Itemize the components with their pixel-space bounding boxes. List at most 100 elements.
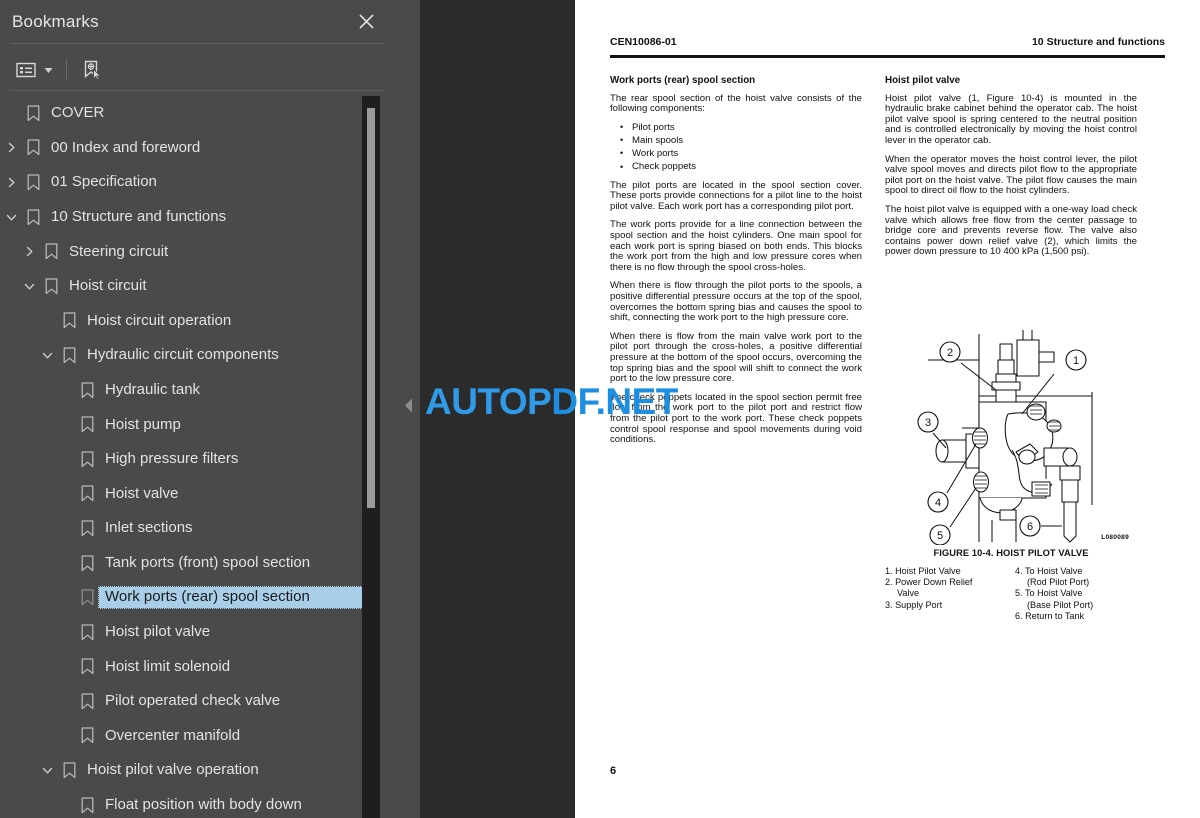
bookmark-label: Hoist pilot valve [105,623,211,641]
bookmark-item-selected[interactable]: Work ports (rear) spool section [0,580,395,615]
bookmark-item[interactable]: 01 Specification [0,165,395,200]
bookmark-item[interactable]: Steering circuit [0,234,395,269]
bookmark-label: Work ports (rear) spool section [98,586,370,609]
chevron-right-icon[interactable] [0,165,22,199]
figure-callout: 2 [946,347,952,359]
bookmark-icon [76,797,98,814]
figure-block: 1 2 3 4 5 6 L080089 FIGURE 10-4. HOIST PILOT … [885,330,1137,622]
bookmark-label: 01 Specification [51,173,157,191]
legend-entry: (Rod Pilot Port) [1027,577,1090,588]
bookmark-item[interactable]: High pressure filters [0,442,395,477]
right-column: Hoist pilot valve Hoist pilot valve (1, … [885,75,1137,266]
bookmark-icon [76,624,98,641]
body-paragraph: The work ports provide for a line connec… [610,219,862,273]
collapse-left-arrow-icon[interactable] [401,395,415,415]
body-paragraph: The pilot ports are located in the spool… [610,179,862,212]
bookmark-icon [58,347,80,364]
chevron-right-icon[interactable] [0,131,22,165]
legend-entry: 5. To Hoist Valve [1015,588,1083,599]
body-paragraph: Hoist pilot valve (1, Figure 10-4) is mo… [885,92,1137,146]
component-bullet: Pilot ports [610,122,862,134]
bookmark-label: Pilot operated check valve [105,692,281,710]
bookmark-icon [22,105,44,122]
toolbar-divider-rule [10,90,385,91]
bookmark-item[interactable]: Tank ports (front) spool section [0,546,395,581]
bookmark-icon [76,658,98,675]
legend-column-right: 4. To Hoist Valve (Rod Pilot Port) 5. To H… [1015,566,1127,622]
bookmark-label: Hydraulic circuit components [87,346,279,364]
bookmark-icon [76,554,98,572]
figure-legend: 1. Hoist Pilot Valve 2. Power Down Relief… [885,566,1137,622]
bookmark-item[interactable]: Hoist circuit [0,269,395,304]
bookmark-icon [22,139,44,156]
bookmark-label: Hydraulic tank [105,380,201,398]
bookmark-item[interactable]: Hoist limit solenoid [0,650,395,685]
bookmark-item[interactable]: Hoist valve [0,477,395,512]
toolbar-divider [66,59,67,81]
left-body-paragraphs: The pilot ports are located in the spool… [610,179,862,446]
close-icon[interactable] [353,8,379,34]
bookmark-label: High pressure filters [105,450,239,468]
bookmark-label: Hoist pump [105,415,181,433]
chevron-down-icon[interactable] [36,338,58,372]
bookmark-label: Inlet sections [105,519,193,537]
bookmark-item[interactable]: Hoist pump [0,407,395,442]
bookmark-item[interactable]: Hydraulic tank [0,373,395,408]
bookmark-item[interactable]: Pilot operated check valve [0,684,395,719]
component-bullet-list: Pilot portsMain spoolsWork portsCheck po… [610,122,862,173]
sidebar-scrollbar[interactable] [362,96,380,818]
bookmark-label: Tank ports (front) spool section [105,553,311,571]
bookmark-icon [76,485,98,502]
legend-entry: (Base Pilot Port) [1027,599,1094,610]
legend-entry: Valve [897,588,920,599]
left-column: Work ports (rear) spool section The rear… [610,75,862,454]
bookmark-icon [58,312,80,329]
bookmark-item[interactable]: Overcenter manifold [0,719,395,754]
bookmark-item[interactable]: Hoist pilot valve operation [0,753,395,788]
bookmark-item[interactable]: 00 Index and foreword [0,131,395,166]
header-chapter-title: 10 Structure and functions [1031,36,1165,48]
bookmark-label: 10 Structure and functions [51,207,227,225]
figure-callout: 4 [934,497,940,509]
panel-splitter[interactable] [395,0,420,818]
legend-column-left: 1. Hoist Pilot Valve 2. Power Down Relief… [885,566,997,622]
bookmark-item[interactable]: Hoist pilot valve [0,615,395,650]
bookmark-icon [22,208,44,226]
right-column-heading: Hoist pilot valve [885,75,961,86]
page-running-header: CEN10086-01 10 Structure and functions [610,36,1165,48]
chevron-right-icon[interactable] [18,235,40,269]
header-rule [610,55,1165,58]
chevron-down-icon[interactable] [0,200,22,234]
legend-entry: 1. Hoist Pilot Valve [885,566,961,576]
bookmark-tree[interactable]: COVER 00 Index and foreword 01 Specificati… [0,96,395,818]
figure-caption: FIGURE 10-4. HOIST PILOT VALVE [933,548,1089,558]
bookmark-label: Hoist circuit operation [87,311,232,329]
hoist-pilot-valve-drawing: 1 2 3 4 5 6 [916,330,1093,545]
figure-callout: 1 [1072,355,1078,367]
chevron-down-icon[interactable] [18,269,40,303]
bookmark-item[interactable]: Float position with body down [0,788,395,818]
bookmark-item[interactable]: COVER [0,96,395,131]
panel-title: Bookmarks [12,12,99,31]
bookmark-label: Hoist valve [105,484,179,502]
chevron-down-icon[interactable] [36,754,58,788]
list-options-icon[interactable] [12,55,40,85]
bookmark-item[interactable]: Hydraulic circuit components [0,338,395,373]
body-paragraph: When there is flow from the main valve w… [610,330,862,385]
scrollbar-thumb[interactable] [367,108,375,508]
chevron-down-icon[interactable] [40,55,56,85]
bookmark-icon [40,278,62,295]
bookmark-label: Overcenter manifold [105,726,241,744]
bookmark-item[interactable]: Inlet sections [0,511,395,546]
body-paragraph: The hoist pilot valve is equipped with a… [885,203,1137,258]
legend-entry: 2. Power Down Relief [885,577,973,588]
bookmark-icon [58,762,80,779]
bookmark-icon [76,727,98,744]
bookmark-item[interactable]: 10 Structure and functions [0,200,395,235]
bookmark-item[interactable]: Hoist circuit operation [0,304,395,339]
component-bullet: Work ports [610,148,862,160]
new-bookmark-cursor-icon[interactable] [77,55,107,85]
bookmark-icon [76,589,98,606]
figure-callout: 5 [936,530,942,542]
figure-callout: 3 [924,417,930,429]
